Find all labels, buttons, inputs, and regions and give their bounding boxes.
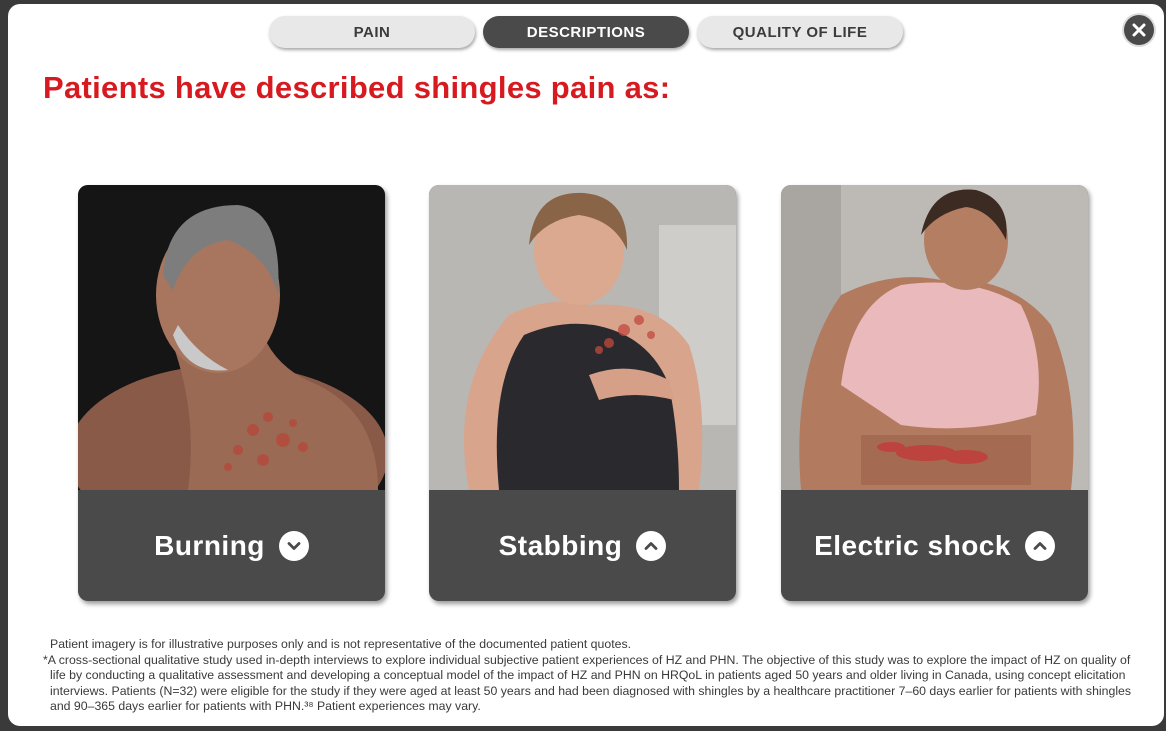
close-button[interactable] [1124, 15, 1154, 45]
chevron-up-icon[interactable] [1024, 530, 1055, 561]
patient-photo-electric-shock [781, 185, 1088, 490]
close-icon [1132, 23, 1146, 37]
tab-descriptions[interactable]: DESCRIPTIONS [483, 16, 689, 48]
page-title: Patients have described shingles pain as… [43, 70, 671, 105]
card-burning[interactable]: Burning [78, 185, 385, 601]
card-label-area[interactable]: Burning [78, 490, 385, 601]
descriptions-modal: PAIN DESCRIPTIONS QUALITY OF LIFE Patien… [8, 4, 1164, 726]
card-label: Electric shock [814, 529, 1011, 561]
card-label-area[interactable]: Electric shock [781, 490, 1088, 601]
patient-photo-burning [78, 185, 385, 490]
card-label: Stabbing [498, 529, 623, 561]
chevron-down-icon[interactable] [278, 530, 309, 561]
card-electric-shock[interactable]: Electric shock [781, 185, 1088, 601]
footnotes: Patient imagery is for illustrative purp… [43, 637, 1143, 715]
tab-pain[interactable]: PAIN [269, 16, 475, 48]
patient-photo-stabbing [429, 185, 736, 490]
footnote-study: *A cross-sectional qualitative study use… [43, 652, 1132, 714]
card-stabbing[interactable]: Stabbing [429, 185, 736, 601]
footnote-imagery: Patient imagery is for illustrative purp… [50, 637, 632, 651]
tab-quality-of-life[interactable]: QUALITY OF LIFE [697, 16, 903, 48]
card-label: Burning [154, 529, 265, 561]
card-label-area[interactable]: Stabbing [429, 490, 736, 601]
chevron-up-icon[interactable] [636, 530, 667, 561]
tab-bar: PAIN DESCRIPTIONS QUALITY OF LIFE [8, 16, 1164, 48]
